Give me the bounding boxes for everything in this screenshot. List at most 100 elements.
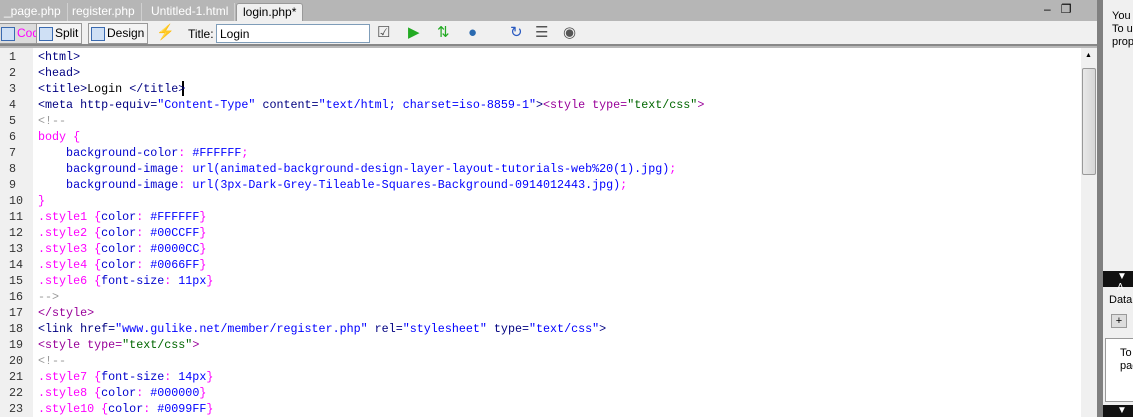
- view-options-icon[interactable]: ☰: [535, 25, 548, 41]
- title-label: Title:: [188, 27, 214, 41]
- code-line: <!--: [38, 354, 66, 368]
- code-token: :: [178, 178, 193, 192]
- line-number: 18: [9, 322, 24, 336]
- code-token: :: [136, 210, 151, 224]
- code-token: <html>: [38, 50, 81, 64]
- live-view-icon[interactable]: ⚡: [156, 25, 175, 41]
- code-token: >: [599, 322, 607, 336]
- code-token: :: [143, 402, 158, 416]
- code-token: }: [199, 242, 207, 256]
- line-number: 7: [9, 146, 17, 160]
- split-view-button[interactable]: Split: [36, 23, 83, 44]
- panel-header[interactable]: ▼ A: [1103, 271, 1133, 293]
- code-token: color: [101, 242, 137, 256]
- add-icon[interactable]: +: [1111, 314, 1127, 328]
- code-token: }: [38, 194, 46, 208]
- tab-register-php[interactable]: register.php: [66, 3, 142, 21]
- code-token: <link href=: [38, 322, 116, 336]
- code-token: :: [136, 226, 151, 240]
- code-line: </style>: [38, 306, 94, 320]
- preview-icon[interactable]: ▶: [408, 25, 420, 41]
- globe-icon[interactable]: ●: [468, 25, 477, 41]
- code-token: :: [178, 146, 193, 160]
- code-token: ;: [669, 162, 677, 176]
- code-token: background-color: [38, 146, 179, 160]
- document-toolbar: Code Split Design ⚡ Title: ☑ ▶ ⇅ ● ↻ ☰ ◉: [0, 21, 1100, 46]
- code-token: </style>: [38, 306, 95, 320]
- code-token: 14px: [178, 370, 207, 384]
- code-token: .style10 {: [38, 402, 109, 416]
- restore-button[interactable]: ❐: [1061, 2, 1072, 16]
- code-token: :: [136, 242, 151, 256]
- minimize-button[interactable]: –: [1044, 2, 1051, 16]
- tab-untitled-1-html[interactable]: Untitled-1.html: [145, 3, 236, 21]
- line-number: 1: [9, 50, 17, 64]
- scrollbar-thumb[interactable]: [1082, 68, 1096, 175]
- panel-header[interactable]: ▼ T: [1103, 405, 1133, 417]
- line-number: 10: [9, 194, 24, 208]
- code-token: >: [697, 98, 705, 112]
- code-token: }: [199, 386, 207, 400]
- line-number: 15: [9, 274, 24, 288]
- code-token: 11px: [178, 274, 207, 288]
- code-token: }: [199, 226, 207, 240]
- code-token: }: [199, 258, 207, 272]
- code-line: <head>: [38, 66, 80, 80]
- code-token: url(3px-Dark-Grey-Tileable-Squares-Backg…: [192, 178, 621, 192]
- line-number: 21: [9, 370, 24, 384]
- design-icon: [91, 26, 105, 41]
- code-token: .style4 {: [38, 258, 102, 272]
- tab-login-php[interactable]: login.php*: [236, 3, 304, 21]
- code-line: .style4 {color: #0066FF}: [38, 258, 206, 272]
- code-token: >: [536, 98, 544, 112]
- code-token: color: [101, 386, 137, 400]
- visual-aids-icon[interactable]: ◉: [563, 25, 576, 41]
- code-editor[interactable]: 1 <html> 2 <head> 3 <title>Login </title> 4 <me…: [0, 48, 1081, 417]
- code-token: body {: [38, 130, 81, 144]
- code-token: :: [164, 370, 179, 384]
- code-token: -->: [38, 290, 60, 304]
- tab-page-php[interactable]: _page.php: [0, 3, 68, 21]
- code-line: .style8 {color: #000000}: [38, 386, 206, 400]
- code-token: #00CCFF: [150, 226, 200, 240]
- line-number: 5: [9, 114, 17, 128]
- code-token: "www.gulike.net/member/register.php": [115, 322, 368, 336]
- validate-markup-icon[interactable]: ☑: [377, 25, 390, 41]
- code-token: color: [101, 226, 137, 240]
- code-line: .style6 {font-size: 11px}: [38, 274, 213, 288]
- code-token: :: [164, 274, 179, 288]
- code-token: "text/css": [529, 322, 600, 336]
- code-line: background-image: url(animated-backgroun…: [38, 162, 676, 176]
- code-token: <style type=: [38, 338, 123, 352]
- code-token: color: [101, 210, 137, 224]
- code-token: content=: [255, 98, 319, 112]
- scroll-up-icon[interactable]: ▲: [1085, 52, 1092, 59]
- code-token: background-image: [38, 178, 179, 192]
- document-title-input[interactable]: [216, 24, 370, 43]
- code-line: background-image: url(3px-Dark-Grey-Tile…: [38, 178, 627, 192]
- code-line: <style type="text/css">: [38, 338, 199, 352]
- refresh-icon[interactable]: ↻: [510, 25, 523, 41]
- line-number: 9: [9, 178, 17, 192]
- line-number: 4: [9, 98, 17, 112]
- code-line: <!--: [38, 114, 66, 128]
- code-token: <!--: [38, 354, 67, 368]
- code-token: <title>: [38, 82, 88, 96]
- code-token: :: [178, 162, 193, 176]
- code-token: .style1 {: [38, 210, 102, 224]
- code-token: :: [136, 386, 151, 400]
- line-number: 11: [9, 210, 24, 224]
- code-token: }: [199, 210, 207, 224]
- line-number: 22: [9, 386, 24, 400]
- design-view-button[interactable]: Design: [88, 23, 149, 44]
- line-number: 19: [9, 338, 24, 352]
- line-number: 2: [9, 66, 17, 80]
- code-token: .style7 {: [38, 370, 102, 384]
- file-management-icon[interactable]: ⇅: [437, 25, 450, 41]
- code-token: "text/css": [627, 98, 698, 112]
- code-token: >: [192, 338, 200, 352]
- code-token: url(animated-background-design-layer-lay…: [192, 162, 670, 176]
- code-line: <html>: [38, 50, 80, 64]
- vertical-scrollbar[interactable]: ▲: [1081, 48, 1097, 417]
- code-token: #000000: [150, 386, 200, 400]
